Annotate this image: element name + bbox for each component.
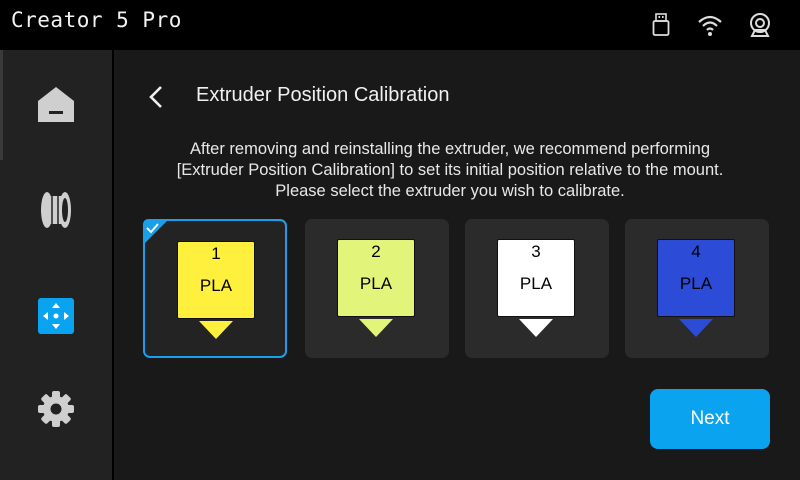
pointer-triangle xyxy=(199,321,233,339)
wifi-icon xyxy=(697,12,723,38)
pointer-triangle xyxy=(679,319,713,337)
instructions-line: Please select the extruder you wish to c… xyxy=(275,182,625,200)
pointer-triangle xyxy=(519,319,553,337)
slot-number: 3 xyxy=(531,242,541,261)
sidebar-item-home[interactable] xyxy=(36,85,76,125)
app-title: Creator 5 Pro xyxy=(11,8,182,32)
chevron-left-icon xyxy=(149,86,162,108)
filament-color-swatch: 2 PLA xyxy=(337,239,415,317)
gear-icon xyxy=(38,391,74,427)
filament-spool-icon xyxy=(41,192,71,228)
instructions-line: After removing and reinstalling the extr… xyxy=(190,140,710,158)
instructions-text: After removing and reinstalling the extr… xyxy=(130,139,770,202)
move-arrows-icon xyxy=(38,298,74,334)
sidebar-divider xyxy=(0,50,3,160)
filament-color-swatch: 1 PLA xyxy=(177,241,255,319)
sidebar-item-move[interactable] xyxy=(36,296,76,336)
home-icon xyxy=(38,87,74,122)
page-title: Extruder Position Calibration xyxy=(196,84,450,106)
extruder-card-3[interactable]: 3 PLA xyxy=(465,219,609,358)
slot-number: 4 xyxy=(691,242,701,261)
usb-drive-icon xyxy=(648,12,674,38)
extruder-card-2[interactable]: 2 PLA xyxy=(305,219,449,358)
next-button[interactable]: Next xyxy=(650,389,770,449)
sidebar-item-filament[interactable] xyxy=(36,190,76,230)
status-bar: Creator 5 Pro xyxy=(0,0,800,48)
material-label: PLA xyxy=(679,274,713,293)
camera-icon xyxy=(747,12,773,38)
pointer-triangle xyxy=(359,319,393,337)
selected-check-icon xyxy=(143,219,169,245)
extruder-card-4[interactable]: 4 PLA xyxy=(625,219,769,358)
extruder-card-1[interactable]: 1 PLA xyxy=(143,219,287,358)
material-label: PLA xyxy=(519,274,553,293)
slot-number: 2 xyxy=(371,242,381,261)
filament-color-swatch: 4 PLA xyxy=(657,239,735,317)
material-label: PLA xyxy=(199,276,233,295)
material-label: PLA xyxy=(359,274,393,293)
sidebar-item-settings[interactable] xyxy=(36,389,76,429)
filament-color-swatch: 3 PLA xyxy=(497,239,575,317)
slot-number: 1 xyxy=(211,244,221,263)
instructions-line: [Extruder Position Calibration] to set i… xyxy=(176,161,724,179)
back-button[interactable] xyxy=(140,80,174,114)
